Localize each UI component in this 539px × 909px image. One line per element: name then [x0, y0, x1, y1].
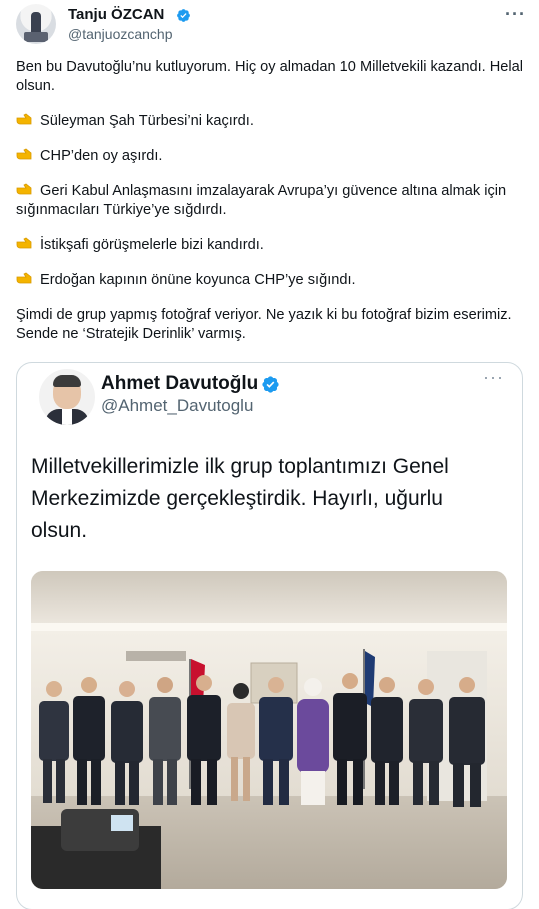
tweet-header: Tanju ÖZCAN @tanjuozcanchp ··· [16, 4, 526, 48]
more-options-icon[interactable]: ··· [505, 4, 526, 25]
author-avatar[interactable] [16, 4, 56, 44]
tweet-intro: Ben bu Davutoğlu’nu kutluyorum. Hiç oy a… [16, 59, 523, 94]
group-photo-image [31, 571, 507, 889]
author-handle[interactable]: @tanjuozcanchp [68, 26, 173, 42]
tweet-text: Ben bu Davutoğlu’nu kutluyorum. Hiç oy a… [16, 58, 526, 344]
verified-badge-icon [177, 9, 190, 22]
tweet-point: Erdoğan kapının önüne koyunca CHP’ye sığ… [16, 271, 526, 290]
tweet-point: Süleyman Şah Türbesi’ni kaçırdı. [16, 112, 526, 131]
quoted-author-handle[interactable]: @Ahmet_Davutoglu [101, 396, 253, 416]
pointing-hand-icon [16, 237, 32, 249]
pointing-hand-icon [16, 113, 32, 125]
tweet-point: CHP’den oy aşırdı. [16, 147, 526, 166]
verified-badge-icon [262, 376, 279, 393]
author-name[interactable]: Tanju ÖZCAN [68, 6, 164, 23]
pointing-hand-icon [16, 183, 32, 195]
tweet-point: Geri Kabul Anlaşmasını imzalayarak Avrup… [16, 183, 507, 218]
tweet-outro: Şimdi de grup yapmış fotoğraf veriyor. N… [16, 307, 512, 342]
more-options-icon[interactable]: ··· [483, 367, 504, 388]
pointing-hand-icon [16, 148, 32, 160]
quoted-author-avatar[interactable] [39, 369, 95, 425]
quoted-author-name[interactable]: Ahmet Davutoğlu [101, 373, 258, 395]
quoted-tweet-text: Milletvekillerimizle ilk grup toplantımı… [31, 455, 449, 542]
pointing-hand-icon [16, 272, 32, 284]
group-photo[interactable] [31, 571, 507, 889]
quoted-tweet[interactable]: Ahmet Davutoğlu @Ahmet_Davutoglu ··· Mil… [16, 362, 523, 909]
tweet-point: İstikşafi görüşmelerle bizi kandırdı. [16, 236, 526, 255]
